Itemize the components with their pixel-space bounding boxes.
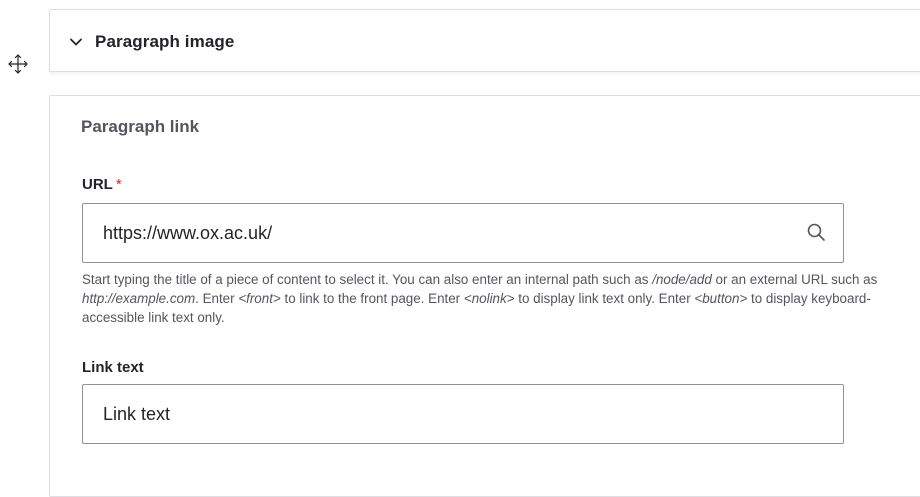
desc-part-4: to link to the front page. Enter: [280, 291, 464, 306]
paragraph-link-legend: Paragraph link: [81, 117, 200, 136]
url-description: Start typing the title of a piece of con…: [82, 270, 912, 327]
desc-part-1: Start typing the title of a piece of con…: [82, 272, 653, 287]
chevron-down-icon: [68, 34, 95, 50]
desc-part-2: or an external URL such as: [711, 272, 878, 287]
desc-em-node-add: /node/add: [652, 272, 712, 287]
paragraph-image-title: Paragraph image: [95, 32, 235, 51]
paragraph-image-details: Paragraph image: [49, 9, 920, 72]
desc-em-button: <button>: [694, 291, 748, 306]
desc-em-front: <front>: [238, 291, 281, 306]
link-text-label: Link text: [82, 359, 144, 376]
url-label-text: URL: [82, 176, 113, 193]
desc-part-3: . Enter: [195, 291, 239, 306]
link-text-input[interactable]: [82, 384, 844, 444]
paragraph-image-toggle[interactable]: Paragraph image: [68, 30, 234, 54]
drag-handle-move-icon[interactable]: [7, 53, 29, 75]
url-label: URL *: [82, 176, 122, 193]
desc-part-5: to display link text only. Enter: [514, 291, 695, 306]
search-icon: [806, 222, 826, 242]
desc-em-nolink: <nolink>: [463, 291, 515, 306]
paragraph-link-fieldset: Paragraph link URL* Start typing the tit…: [49, 95, 920, 497]
desc-em-example-url: http://example.com: [82, 291, 196, 306]
required-marker: *: [115, 176, 122, 193]
url-input[interactable]: [82, 203, 844, 263]
